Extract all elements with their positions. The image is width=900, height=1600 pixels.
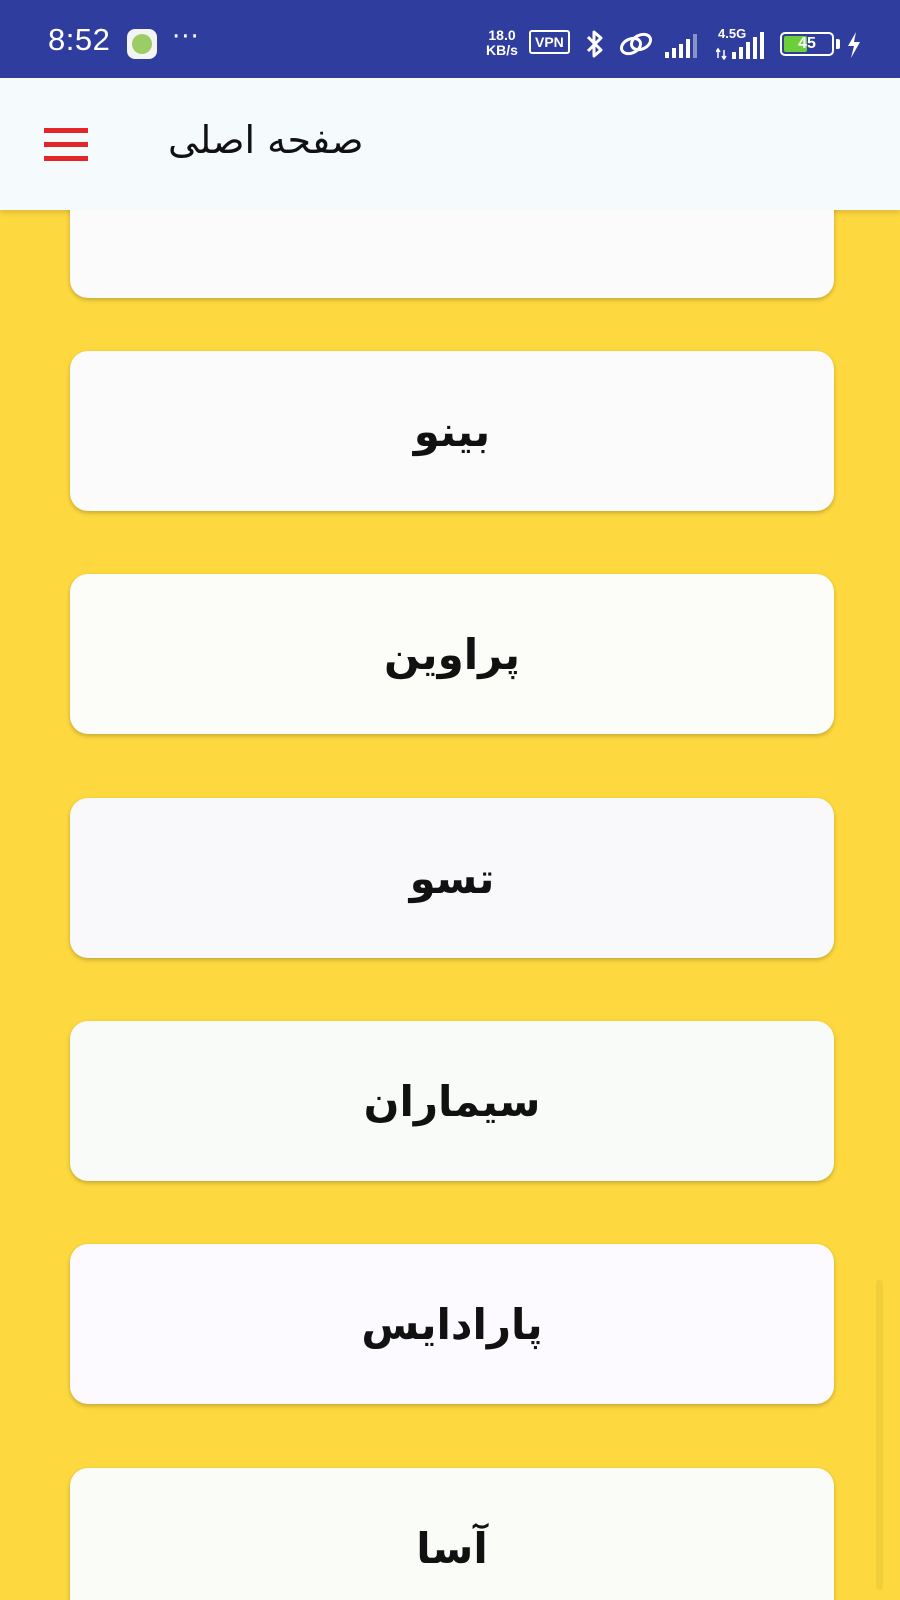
status-time: 8:52 [48, 22, 111, 57]
list-item[interactable] [70, 210, 834, 298]
battery-cap [836, 39, 840, 49]
cinema-list[interactable]: بینو پراوین تسو سیماران پارادایس آسا [0, 210, 900, 1600]
battery-percent: 45 [798, 35, 816, 52]
charging-icon [848, 32, 860, 58]
signal-strength-icon-2 [716, 32, 764, 60]
list-item-label: سیماران [363, 1076, 541, 1126]
list-item[interactable]: پارادایس [70, 1244, 834, 1404]
status-bar: 8:52 ··· 18.0 KB/s VPN 4.5G 45 [0, 0, 900, 78]
list-item[interactable]: تسو [70, 798, 834, 958]
mobile-data-signal: 4.5G [716, 26, 766, 60]
list-item[interactable]: آسا [70, 1468, 834, 1600]
list-item-label: پارادایس [361, 1299, 543, 1349]
list-item[interactable]: بینو [70, 351, 834, 511]
list-item-label: تسو [409, 853, 495, 903]
list-item[interactable]: پراوین [70, 574, 834, 734]
app-bar: صفحه اصلی [0, 78, 900, 210]
list-item-label: آسا [416, 1523, 488, 1573]
network-speed-unit: KB/s [486, 42, 518, 58]
page-title: صفحه اصلی [168, 118, 364, 162]
hotspot-link-icon [619, 32, 653, 56]
vpn-icon: VPN [529, 30, 570, 54]
list-item-label: بینو [413, 406, 491, 456]
network-speed: 18.0 KB/s [482, 28, 522, 58]
more-notifications-icon: ··· [172, 22, 200, 52]
telegram-notification-icon [127, 29, 157, 59]
list-item[interactable]: سیماران [70, 1021, 834, 1181]
network-speed-value: 18.0 [488, 27, 516, 43]
scrollbar[interactable] [876, 1280, 883, 1590]
bluetooth-icon [586, 30, 603, 58]
battery-icon: 45 [780, 32, 834, 56]
list-item-label: پراوین [384, 629, 520, 679]
menu-icon[interactable] [44, 128, 88, 162]
signal-strength-icon [665, 34, 697, 58]
